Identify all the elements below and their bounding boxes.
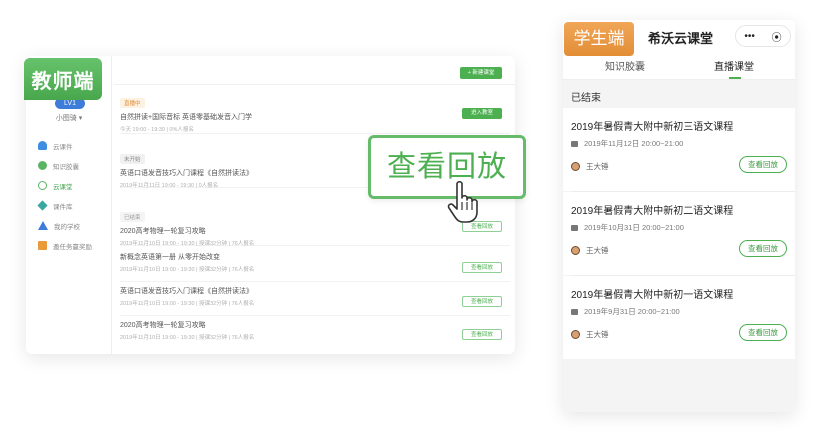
course-meta: 2019年11月10日 19:00 - 19:30 | 授课32分钟 | 76人…	[120, 267, 255, 273]
course-time: 2019年9月31日 20:00~21:00	[571, 306, 680, 317]
view-replay-button[interactable]: 查看回放	[462, 295, 502, 307]
calendar-icon	[571, 224, 578, 231]
course-meta: 今天 19:00 - 19:30 | 0%人报名	[120, 127, 194, 133]
hand-pointer-icon	[447, 180, 478, 223]
view-replay-button[interactable]: 查看回放	[739, 240, 787, 257]
student-panel: 学生端 希沃云课堂 ••• ⦿ 知识胶囊 直播课堂 已结束 2019年暑假青大附…	[563, 20, 795, 412]
close-icon[interactable]: ⦿	[772, 29, 782, 44]
teacher-name: 王大锤	[586, 330, 609, 339]
username[interactable]: 小图骑 ▾	[26, 113, 112, 123]
avatar	[571, 330, 580, 339]
status-badge: 未开始	[120, 154, 145, 164]
course-title: 2020高考物理一轮复习攻略	[120, 322, 206, 329]
status-badge: 已结束	[120, 212, 145, 222]
school-icon	[38, 221, 48, 230]
course-card[interactable]: 2019年暑假青大附中新初二语文课程 2019年10月31日 20:00~21:…	[563, 192, 795, 275]
view-replay-button[interactable]: 查看回放	[462, 329, 502, 340]
teacher-panel: 教师端 LV1 小图骑 ▾ 云课件 知识胶囊 云课堂 课件库 我的学校 邀任务赢…	[24, 56, 515, 354]
miniprogram-capsule: ••• ⦿	[735, 25, 791, 47]
sidebar-item-cloud-classroom[interactable]: 云课堂	[34, 176, 108, 195]
sidebar-item-courseware-library[interactable]: 课件库	[34, 196, 108, 215]
course-time-text: 2019年10月31日 20:00~21:00	[584, 223, 684, 232]
course-meta: 2019年11月10日 19:00 - 19:30 | 授课32分钟 | 76人…	[120, 335, 255, 341]
student-badge: 学生端	[564, 22, 634, 56]
course-row: 英语口语发音技巧入门课程《自然拼读法》 2019年11月10日 19:00 - …	[120, 286, 510, 316]
course-time: 2019年10月31日 20:00~21:00	[571, 222, 684, 233]
tab-live-classroom[interactable]: 直播课堂	[714, 58, 754, 73]
sidebar-item-label: 云课堂	[53, 183, 73, 191]
course-title: 2019年暑假青大附中新初三语文课程	[571, 122, 734, 133]
student-header: 学生端 希沃云课堂 ••• ⦿	[563, 20, 795, 56]
view-replay-button[interactable]: 查看回放	[462, 261, 502, 273]
course-time-text: 2019年9月31日 20:00~21:00	[584, 307, 680, 316]
active-tab-indicator	[729, 77, 741, 79]
course-title: 2019年暑假青大附中新初二语文课程	[571, 206, 734, 217]
section-title: 已结束	[571, 93, 601, 104]
course-title: 英语口语发音技巧入门课程《自然拼读法》	[120, 288, 253, 295]
new-classroom-button[interactable]: + 新建课堂	[460, 67, 502, 79]
course-title: 新概念英语第一册 从零开始改变	[120, 254, 220, 261]
sidebar-item-knowledge-capsule[interactable]: 知识胶囊	[34, 156, 108, 175]
course-teacher: 王大锤	[571, 245, 609, 256]
app-title: 希沃云课堂	[648, 31, 714, 46]
sidebar-item-cloud-courseware[interactable]: 云课件	[34, 136, 108, 155]
course-row: 直播中 自然拼读+国际音标 英语零基础发音入门学 今天 19:00 - 19:3…	[120, 92, 510, 134]
course-row: 新概念英语第一册 从零开始改变 2019年11月10日 19:00 - 19:3…	[120, 252, 510, 282]
view-replay-button[interactable]: 查看回放	[739, 156, 787, 173]
course-time-text: 2019年11月12日 20:00~21:00	[584, 139, 684, 148]
student-tabs: 知识胶囊 直播课堂	[563, 54, 795, 80]
library-icon	[37, 200, 48, 211]
sidebar-item-label: 云课件	[53, 143, 73, 151]
calendar-icon	[571, 140, 578, 147]
course-title: 自然拼读+国际音标 英语零基础发音入门学	[120, 114, 253, 121]
sidebar-item-invite-reward[interactable]: 邀任务赢奖励	[34, 236, 108, 255]
sidebar-item-my-school[interactable]: 我的学校	[34, 216, 108, 235]
view-replay-button[interactable]: 查看回放	[739, 324, 787, 341]
capsule-icon	[38, 161, 47, 170]
sidebar-item-label: 知识胶囊	[53, 163, 79, 171]
course-title: 2020高考物理一轮复习攻略	[120, 228, 206, 235]
course-card[interactable]: 2019年暑假青大附中新初三语文课程 2019年11月12日 20:00~21:…	[563, 108, 795, 191]
status-badge: 直播中	[120, 98, 145, 108]
divider	[114, 84, 515, 85]
teacher-menu: 云课件 知识胶囊 云课堂 课件库 我的学校 邀任务赢奖励	[34, 136, 108, 256]
calendar-icon	[571, 308, 578, 315]
course-row: 2020高考物理一轮复习攻略 2019年11月10日 19:00 - 19:30…	[120, 320, 510, 348]
cloud-icon	[38, 141, 47, 150]
gift-icon	[38, 241, 47, 250]
course-teacher: 王大锤	[571, 329, 609, 340]
sidebar-item-label: 邀任务赢奖励	[53, 243, 92, 251]
teacher-name: 王大锤	[586, 162, 609, 171]
course-teacher: 王大锤	[571, 161, 609, 172]
teacher-badge: 教师端	[24, 58, 102, 100]
more-icon[interactable]: •••	[744, 31, 755, 42]
teacher-sidebar: LV1 小图骑 ▾ 云课件 知识胶囊 云课堂 课件库 我的学校 邀任务赢奖励	[26, 56, 112, 354]
sidebar-item-label: 课件库	[53, 203, 73, 211]
course-meta: 2019年11月10日 19:00 - 19:30 | 授课32分钟 | 76人…	[120, 241, 255, 247]
enter-classroom-button[interactable]: 进入教室	[462, 107, 502, 119]
course-meta: 2019年11月10日 19:00 - 19:30 | 授课32分钟 | 76人…	[120, 301, 255, 307]
teacher-name: 王大锤	[586, 246, 609, 255]
course-title: 2019年暑假青大附中新初一语文课程	[571, 290, 734, 301]
tab-knowledge-capsule[interactable]: 知识胶囊	[605, 58, 645, 73]
avatar	[571, 162, 580, 171]
stage: 教师端 LV1 小图骑 ▾ 云课件 知识胶囊 云课堂 课件库 我的学校 邀任务赢…	[0, 0, 837, 437]
classroom-icon	[38, 181, 47, 190]
avatar	[571, 246, 580, 255]
sidebar-item-label: 我的学校	[54, 223, 80, 231]
course-card[interactable]: 2019年暑假青大附中新初一语文课程 2019年9月31日 20:00~21:0…	[563, 276, 795, 359]
course-time: 2019年11月12日 20:00~21:00	[571, 138, 683, 149]
